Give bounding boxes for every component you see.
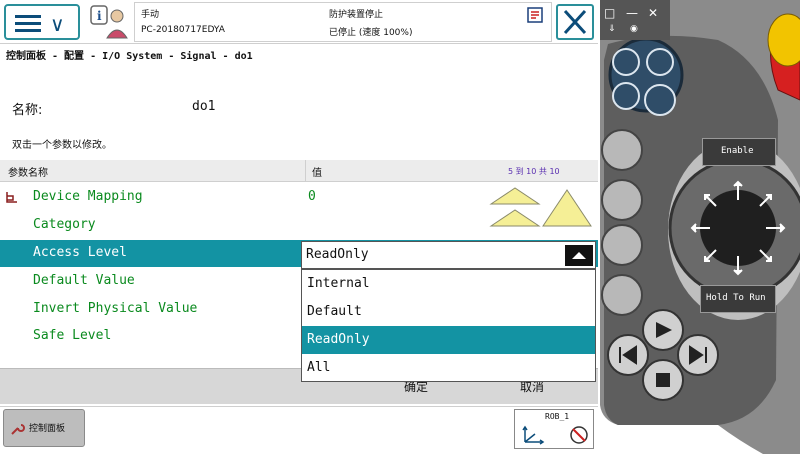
- pin-icon[interactable]: ⇓: [608, 24, 616, 34]
- svg-text:i: i: [97, 9, 102, 23]
- access-level-select[interactable]: ReadOnly: [301, 241, 596, 269]
- row-label: Access Level: [33, 245, 127, 260]
- name-value: do1: [192, 99, 216, 114]
- row-value: 0: [308, 189, 316, 204]
- menu-icon-bar: [15, 22, 41, 25]
- select-toggle[interactable]: [565, 245, 593, 266]
- camera-icon[interactable]: ◉: [630, 24, 638, 34]
- restore-icon[interactable]: □: [604, 6, 615, 20]
- select-options: Internal Default ReadOnly All: [301, 269, 596, 382]
- option-all[interactable]: All: [302, 354, 595, 382]
- row-label: Device Mapping: [33, 189, 143, 204]
- row-label: Invert Physical Value: [33, 301, 198, 316]
- pendant-screen: ∨ i 手动 PC-20180717EDYA 防护装置停止 已停止 (速度 10…: [0, 0, 598, 454]
- scroll-up-buttons: [489, 187, 592, 227]
- menu-icon-bar: [15, 29, 41, 32]
- column-divider: [305, 160, 306, 182]
- window-controls: □ — ✕ ⇓ ◉: [600, 0, 670, 40]
- select-value: ReadOnly: [306, 247, 369, 262]
- coordinate-axes-icon: [522, 425, 545, 445]
- breadcrumb: 控制面板 - 配置 - I/O System - Signal - do1: [6, 51, 253, 62]
- option-readonly[interactable]: ReadOnly: [302, 326, 595, 354]
- motion-disabled-icon: [570, 426, 588, 444]
- option-label: Internal: [307, 276, 370, 291]
- hold-to-run-button[interactable]: Hold To Run: [700, 285, 776, 313]
- scroll-up-icon[interactable]: [542, 189, 592, 227]
- pendant-hardware: [598, 0, 800, 454]
- parameter-icon: [6, 192, 17, 203]
- column-header-value: 值: [312, 168, 322, 179]
- chevron-down-icon: ∨: [50, 12, 65, 36]
- page-indicator: 5 到 10 共 10: [508, 167, 560, 176]
- option-internal[interactable]: Internal: [302, 270, 595, 298]
- enable-button[interactable]: Enable: [702, 138, 776, 166]
- enable-label: Enable: [721, 146, 754, 156]
- quickset-robot-button[interactable]: ROB_1: [514, 409, 594, 449]
- taskbar-control-panel[interactable]: 控制面板: [3, 409, 85, 447]
- program-state: 已停止 (速度 100%): [329, 28, 413, 38]
- instruction-text: 双击一个参数以修改。: [12, 140, 112, 151]
- row-label: Safe Level: [33, 328, 112, 343]
- option-label: Default: [307, 304, 362, 319]
- option-default[interactable]: Default: [302, 298, 595, 326]
- name-label: 名称:: [12, 103, 43, 118]
- table-header: 参数名称 值 5 到 10 共 10: [0, 160, 598, 182]
- status-bar: 手动 PC-20180717EDYA 防护装置停止 已停止 (速度 100%): [134, 2, 552, 42]
- main-menu-button[interactable]: ∨: [4, 4, 80, 40]
- taskbar: [0, 406, 598, 454]
- page-up-icon[interactable]: [489, 187, 541, 227]
- hold-to-run-label: Hold To Run: [706, 293, 766, 303]
- column-header-name: 参数名称: [8, 168, 48, 179]
- event-log-icon[interactable]: [527, 7, 543, 23]
- operator-info-icon[interactable]: i: [88, 4, 130, 40]
- close-window-icon[interactable]: ✕: [648, 6, 658, 20]
- safety-state: 防护装置停止: [329, 10, 384, 20]
- close-icon: [563, 9, 587, 35]
- controller-name: PC-20180717EDYA: [141, 25, 225, 35]
- row-label: Category: [33, 217, 96, 232]
- robot-name: ROB_1: [545, 412, 570, 421]
- minimize-icon[interactable]: —: [626, 6, 638, 20]
- wrench-icon: [11, 424, 25, 435]
- menu-icon: [15, 15, 41, 18]
- operating-mode: 手动: [141, 10, 160, 20]
- close-button[interactable]: [556, 4, 594, 40]
- option-label: All: [307, 360, 331, 375]
- row-label: Default Value: [33, 273, 135, 288]
- option-label: ReadOnly: [307, 332, 370, 347]
- chevron-up-icon: [572, 252, 586, 259]
- taskbar-label: 控制面板: [29, 424, 66, 434]
